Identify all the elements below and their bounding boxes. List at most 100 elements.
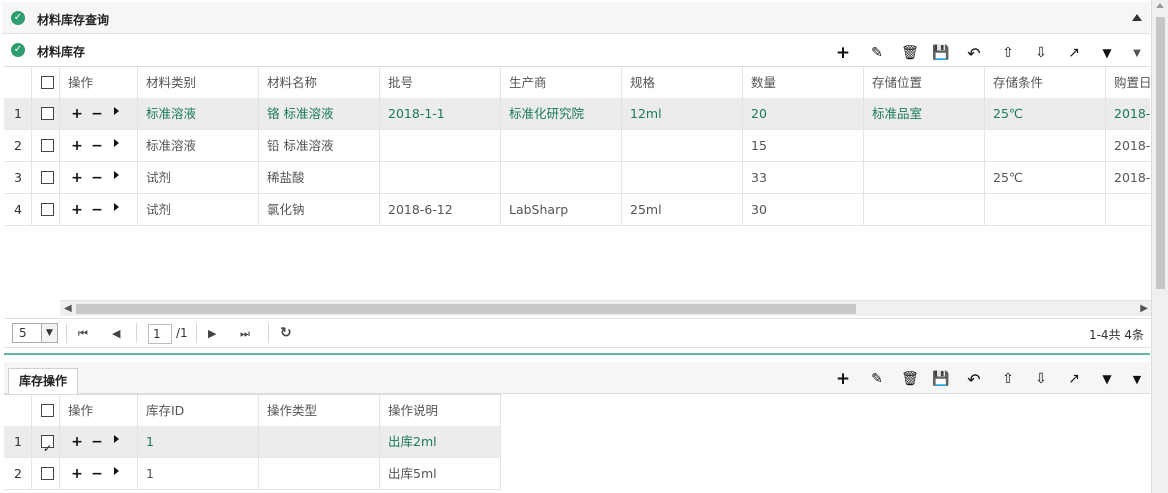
cell-date[interactable]: 2018-0 <box>1106 130 1150 161</box>
table-row[interactable]: 2 + − 1 出库5ml <box>4 458 501 490</box>
add-row-icon[interactable]: + <box>70 171 84 185</box>
scroll-up-icon[interactable] <box>1156 3 1164 8</box>
table-row[interactable]: 4 + − 试剂 氯化钠 2018-6-12 LabSharp 25ml 30 <box>4 194 1150 226</box>
cell-maker[interactable] <box>501 130 622 161</box>
edit-icon[interactable]: ✎ <box>867 369 887 389</box>
cell-date[interactable]: 2018-0 <box>1106 162 1150 193</box>
column-header-location[interactable]: 存储位置 <box>864 67 985 98</box>
cell-date[interactable]: 2018-0 <box>1106 98 1150 129</box>
row-checkbox[interactable] <box>41 171 54 184</box>
cell-date[interactable] <box>1106 194 1150 225</box>
cell-category[interactable]: 标准溶液 <box>138 130 259 161</box>
cell-location[interactable] <box>864 130 985 161</box>
remove-row-icon[interactable]: − <box>90 139 104 153</box>
column-header-inventory-id[interactable]: 库存ID <box>138 395 259 426</box>
expand-row-icon[interactable] <box>114 106 119 115</box>
cell-quantity[interactable]: 20 <box>743 98 864 129</box>
cell-name[interactable]: 铅 标准溶液 <box>259 130 380 161</box>
cell-quantity[interactable]: 33 <box>743 162 864 193</box>
cell-maker[interactable]: LabSharp <box>501 194 622 225</box>
dropdown-icon[interactable]: ▼ <box>1127 43 1147 63</box>
cell-name[interactable]: 铬 标准溶液 <box>259 98 380 129</box>
cell-spec[interactable]: 12ml <box>622 98 743 129</box>
filter-icon[interactable]: ▼ <box>1097 43 1117 63</box>
table-row[interactable]: 2 +− 标准溶液 铅 标准溶液 15 2018-0 <box>4 130 1150 162</box>
row-checkbox[interactable] <box>41 139 54 152</box>
filter-icon[interactable]: ▼ <box>1097 369 1117 389</box>
cell-maker[interactable]: 标准化研究院 <box>501 98 622 129</box>
remove-row-icon[interactable]: − <box>90 203 104 217</box>
column-header-spec[interactable]: 规格 <box>622 67 743 98</box>
cell-spec[interactable]: 25ml <box>622 194 743 225</box>
remove-row-icon[interactable]: − <box>90 107 104 121</box>
select-all-checkbox[interactable] <box>41 404 54 417</box>
undo-icon[interactable]: ↶ <box>964 43 984 63</box>
edit-icon[interactable]: ✎ <box>867 43 887 63</box>
expand-row-icon[interactable] <box>114 434 119 443</box>
table-row[interactable]: 3 +− 试剂 稀盐酸 33 25℃ 2018-0 <box>4 162 1150 194</box>
cell-category[interactable]: 标准溶液 <box>138 98 259 129</box>
cell-inventory-id[interactable]: 1 <box>138 458 259 489</box>
cell-batch[interactable] <box>380 130 501 161</box>
cell-name[interactable]: 稀盐酸 <box>259 162 380 193</box>
undo-icon[interactable]: ↶ <box>964 369 984 389</box>
scrollbar-thumb[interactable] <box>76 304 856 314</box>
page-number-input[interactable]: 1 <box>148 324 172 344</box>
upload-icon[interactable]: ⇧ <box>998 369 1018 389</box>
chevron-down-icon[interactable]: ▼ <box>41 324 57 342</box>
cell-category[interactable]: 试剂 <box>138 162 259 193</box>
delete-icon[interactable]: 🗑 <box>900 43 920 63</box>
cell-operation-type[interactable] <box>259 458 380 489</box>
cell-maker[interactable] <box>501 162 622 193</box>
download-icon[interactable]: ⇩ <box>1031 369 1051 389</box>
cell-condition[interactable]: 25℃ <box>985 162 1106 193</box>
cell-batch[interactable]: 2018-1-1 <box>380 98 501 129</box>
cell-batch[interactable] <box>380 162 501 193</box>
add-row-icon[interactable]: + <box>70 435 84 449</box>
page-size-select[interactable]: 5 ▼ <box>12 323 58 343</box>
add-icon[interactable]: + <box>833 43 853 63</box>
add-row-icon[interactable]: + <box>70 203 84 217</box>
first-page-icon[interactable]: ⏮ <box>78 327 88 341</box>
save-icon[interactable]: 💾 <box>931 43 951 63</box>
column-header-quantity[interactable]: 数量 <box>743 67 864 98</box>
row-checkbox[interactable] <box>41 107 54 120</box>
scroll-right-icon[interactable]: ▶ <box>1140 303 1148 314</box>
save-icon[interactable]: 💾 <box>931 369 951 389</box>
cell-batch[interactable]: 2018-6-12 <box>380 194 501 225</box>
cell-location[interactable] <box>864 162 985 193</box>
scroll-left-icon[interactable]: ◀ <box>64 303 72 314</box>
cell-quantity[interactable]: 15 <box>743 130 864 161</box>
scrollbar-thumb[interactable] <box>1156 17 1165 289</box>
remove-row-icon[interactable]: − <box>90 171 104 185</box>
add-row-icon[interactable]: + <box>70 107 84 121</box>
cell-location[interactable] <box>864 194 985 225</box>
expand-row-icon[interactable] <box>114 202 119 211</box>
column-header-category[interactable]: 材料类别 <box>138 67 259 98</box>
tab-inventory-operations[interactable]: 库存操作 <box>8 368 79 395</box>
upload-icon[interactable]: ⇧ <box>998 43 1018 63</box>
column-header-operation-desc[interactable]: 操作说明 <box>380 395 501 426</box>
expand-row-icon[interactable] <box>114 170 119 179</box>
cell-location[interactable]: 标准品室 <box>864 98 985 129</box>
export-icon[interactable]: ↗ <box>1064 43 1084 63</box>
cell-quantity[interactable]: 30 <box>743 194 864 225</box>
refresh-icon[interactable]: ↻ <box>280 325 292 341</box>
column-header-name[interactable]: 材料名称 <box>259 67 380 98</box>
cell-condition[interactable]: 25℃ <box>985 98 1106 129</box>
row-checkbox[interactable] <box>41 433 54 457</box>
expand-row-icon[interactable] <box>114 138 119 147</box>
column-header-date[interactable]: 购置日 <box>1106 67 1150 98</box>
cell-condition[interactable] <box>985 130 1106 161</box>
column-header-condition[interactable]: 存储条件 <box>985 67 1106 98</box>
cell-spec[interactable] <box>622 162 743 193</box>
remove-row-icon[interactable]: − <box>90 467 104 481</box>
add-icon[interactable]: + <box>833 369 853 389</box>
cell-operation-desc[interactable]: 出库2ml <box>380 426 501 457</box>
row-checkbox[interactable] <box>41 203 54 216</box>
add-row-icon[interactable]: + <box>70 139 84 153</box>
last-page-icon[interactable]: ⏭ <box>240 327 250 341</box>
table-row[interactable]: 1 + − 标准溶液 铬 标准溶液 2018-1-1 标准化研究院 12ml 20… <box>4 98 1150 130</box>
table-row[interactable]: 1 +− 1 出库2ml <box>4 426 501 458</box>
add-row-icon[interactable]: + <box>70 467 84 481</box>
